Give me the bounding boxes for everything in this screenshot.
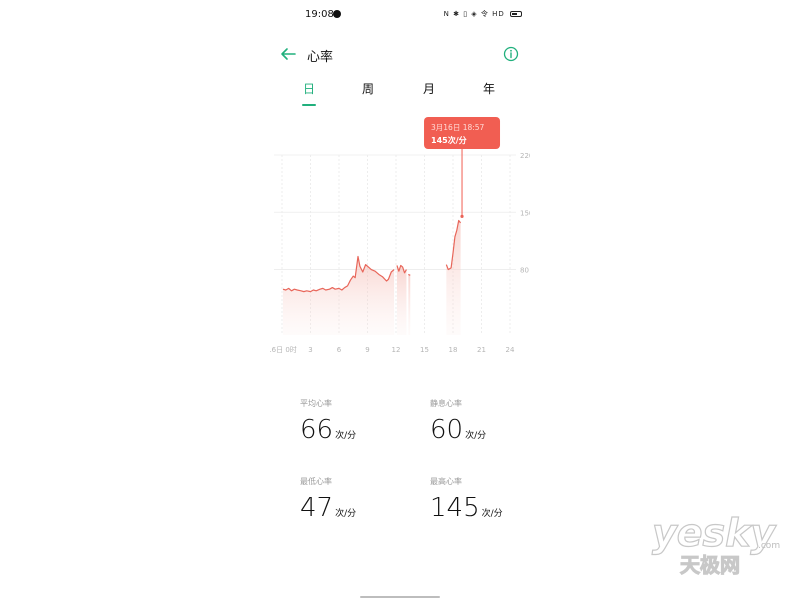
stat-minimum: 最低心率 47 次/分 — [300, 476, 356, 523]
x-tick-label: 15 — [420, 346, 429, 354]
stat-average: 平均心率 66 次/分 — [300, 398, 356, 445]
watermark-domain: .com — [758, 541, 780, 551]
period-tabs: 日 周 月 年 — [270, 80, 530, 108]
back-arrow-icon[interactable] — [278, 44, 298, 64]
heart-rate-area — [282, 256, 395, 335]
y-tick-label: 220 — [520, 152, 530, 160]
tooltip-date: 3月16日 18:57 — [431, 123, 485, 132]
tooltip-value: 145次/分 — [431, 135, 467, 145]
y-tick-label: 150 — [520, 209, 530, 217]
x-tick-label: 21 — [477, 346, 486, 354]
battery-icon — [510, 11, 522, 17]
x-tick-label: 9 — [365, 346, 369, 354]
info-icon[interactable] — [503, 46, 519, 62]
stat-minimum-unit: 次/分 — [335, 509, 357, 519]
notification-dot-icon — [333, 10, 341, 18]
status-bar: 19:08 N ✱ ▯ ◈ 令 HD — [270, 0, 530, 30]
stat-maximum-unit: 次/分 — [481, 509, 503, 519]
heart-rate-chart[interactable]: 2201508016日 0时3691215182124 3月16日 18:57 … — [270, 110, 530, 360]
page-title: 心率 — [307, 50, 334, 65]
stat-maximum: 最高心率 145 次/分 — [430, 476, 503, 523]
heart-rate-line — [408, 273, 411, 276]
stat-average-value: 66 — [300, 415, 334, 445]
tab-year[interactable]: 年 — [469, 80, 509, 97]
tab-day[interactable]: 日 — [289, 80, 329, 97]
heart-rate-area — [446, 220, 461, 335]
active-tab-indicator — [302, 104, 316, 106]
heart-rate-area — [396, 265, 407, 335]
watermark-cn: 天极网 — [680, 553, 740, 577]
stat-minimum-label: 最低心率 — [300, 477, 332, 486]
yesky-watermark-logo: yesky .com 天极网 — [651, 510, 780, 577]
x-tick-label: 12 — [392, 346, 401, 354]
heart-rate-area — [408, 274, 411, 335]
x-tick-label: 16日 0时 — [270, 345, 297, 354]
stat-average-label: 平均心率 — [300, 399, 332, 408]
stat-average-unit: 次/分 — [335, 431, 357, 441]
phone-screen: 19:08 N ✱ ▯ ◈ 令 HD 心率 日 周 月 年 22 15 80 1… — [270, 0, 530, 600]
stat-resting-unit: 次/分 — [465, 431, 487, 441]
tab-week[interactable]: 周 — [348, 80, 388, 97]
status-icons: N ✱ ▯ ◈ 令 HD — [444, 9, 522, 19]
stat-maximum-value: 145 — [430, 493, 480, 523]
home-indicator — [360, 596, 440, 598]
x-tick-label: 6 — [337, 346, 342, 354]
stat-resting-value: 60 — [430, 415, 464, 445]
stat-resting-label: 静息心率 — [430, 399, 462, 408]
y-tick-label: 80 — [520, 267, 529, 275]
x-tick-label: 18 — [449, 346, 458, 354]
x-tick-label: 24 — [506, 346, 515, 354]
x-tick-label: 3 — [308, 346, 312, 354]
stat-maximum-label: 最高心率 — [430, 477, 462, 486]
status-time: 19:08 — [305, 9, 334, 20]
status-icons-text: N ✱ ▯ ◈ 令 HD — [443, 10, 505, 18]
stat-resting: 静息心率 60 次/分 — [430, 398, 486, 445]
tab-month[interactable]: 月 — [409, 80, 449, 97]
stat-minimum-value: 47 — [300, 493, 334, 523]
